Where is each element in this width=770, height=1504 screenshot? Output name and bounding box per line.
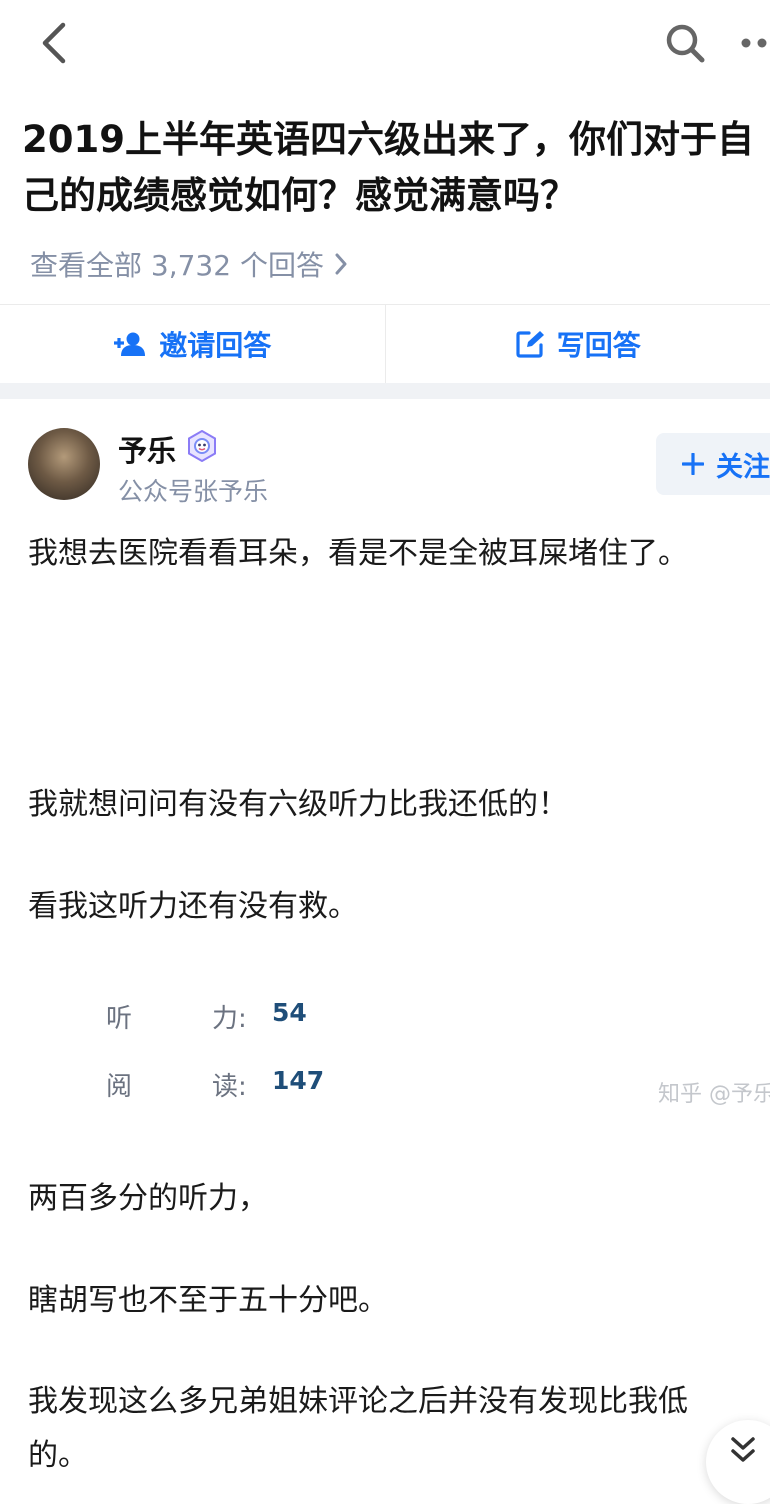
follow-button[interactable]: 关注 bbox=[656, 433, 770, 495]
answer-paragraph: 的。 bbox=[28, 1434, 88, 1478]
score-label: 读: bbox=[212, 1066, 247, 1103]
answer-paragraph: 瞎胡写也不至于五十分吧。 bbox=[28, 1279, 388, 1323]
plus-icon bbox=[682, 453, 704, 475]
score-label: 阅 bbox=[106, 1066, 132, 1103]
chevron-left-icon bbox=[39, 21, 69, 65]
author-name[interactable]: 予乐 bbox=[118, 428, 176, 470]
verified-badge-icon bbox=[186, 430, 218, 462]
write-answer-button[interactable]: 写回答 bbox=[386, 305, 770, 383]
edit-icon bbox=[515, 329, 545, 359]
author-info: 予乐 公众号张予乐 关注 bbox=[28, 428, 770, 500]
write-answer-label: 写回答 bbox=[557, 324, 641, 364]
answer-paragraph: 我发现这么多兄弟姐妹评论之后并没有发现比我低 bbox=[28, 1380, 688, 1424]
question-title[interactable]: 2019上半年英语四六级出来了，你们对于自 己的成绩感觉如何？感觉满意吗？ bbox=[22, 112, 770, 224]
score-value: 54 bbox=[272, 998, 307, 1027]
image-watermark: 知乎 @予乐 bbox=[658, 1076, 770, 1108]
view-all-answers-link[interactable]: 查看全部 3,732 个回答 bbox=[30, 242, 348, 286]
question-title-line-1: 2019上半年英语四六级出来了，你们对于自 bbox=[22, 112, 770, 168]
author-description: 公众号张予乐 bbox=[118, 472, 268, 508]
chevron-right-icon bbox=[334, 252, 348, 276]
answer-paragraph: 我就想问问有没有六级听力比我还低的！ bbox=[28, 783, 568, 827]
invite-answer-label: 邀请回答 bbox=[159, 324, 271, 364]
avatar[interactable] bbox=[28, 428, 100, 500]
back-button[interactable] bbox=[30, 18, 78, 68]
scroll-down-button[interactable] bbox=[706, 1420, 770, 1504]
search-icon bbox=[665, 23, 705, 63]
score-label: 听 bbox=[106, 998, 132, 1035]
answer-paragraph: 我想去医院看看耳朵，看是不是全被耳屎堵住了。 bbox=[28, 532, 688, 576]
invite-answer-button[interactable]: 邀请回答 bbox=[0, 305, 386, 383]
question-action-bar: 邀请回答 写回答 bbox=[0, 304, 770, 383]
view-all-label: 查看全部 3,732 个回答 bbox=[30, 244, 324, 284]
more-button[interactable] bbox=[740, 18, 770, 68]
answer-paragraph: 两百多分的听力， bbox=[28, 1177, 268, 1221]
score-value: 147 bbox=[272, 1066, 324, 1095]
answer-paragraph: 看我这听力还有没有救。 bbox=[28, 885, 358, 929]
more-icon bbox=[740, 37, 770, 49]
search-button[interactable] bbox=[660, 18, 710, 68]
add-user-icon bbox=[113, 331, 147, 357]
section-divider bbox=[0, 383, 770, 399]
question-title-line-2: 己的成绩感觉如何？感觉满意吗？ bbox=[22, 168, 770, 224]
score-label: 力: bbox=[212, 998, 247, 1035]
top-nav-bar bbox=[0, 0, 770, 90]
follow-label: 关注 bbox=[716, 445, 770, 484]
double-chevron-down-icon bbox=[730, 1436, 756, 1464]
